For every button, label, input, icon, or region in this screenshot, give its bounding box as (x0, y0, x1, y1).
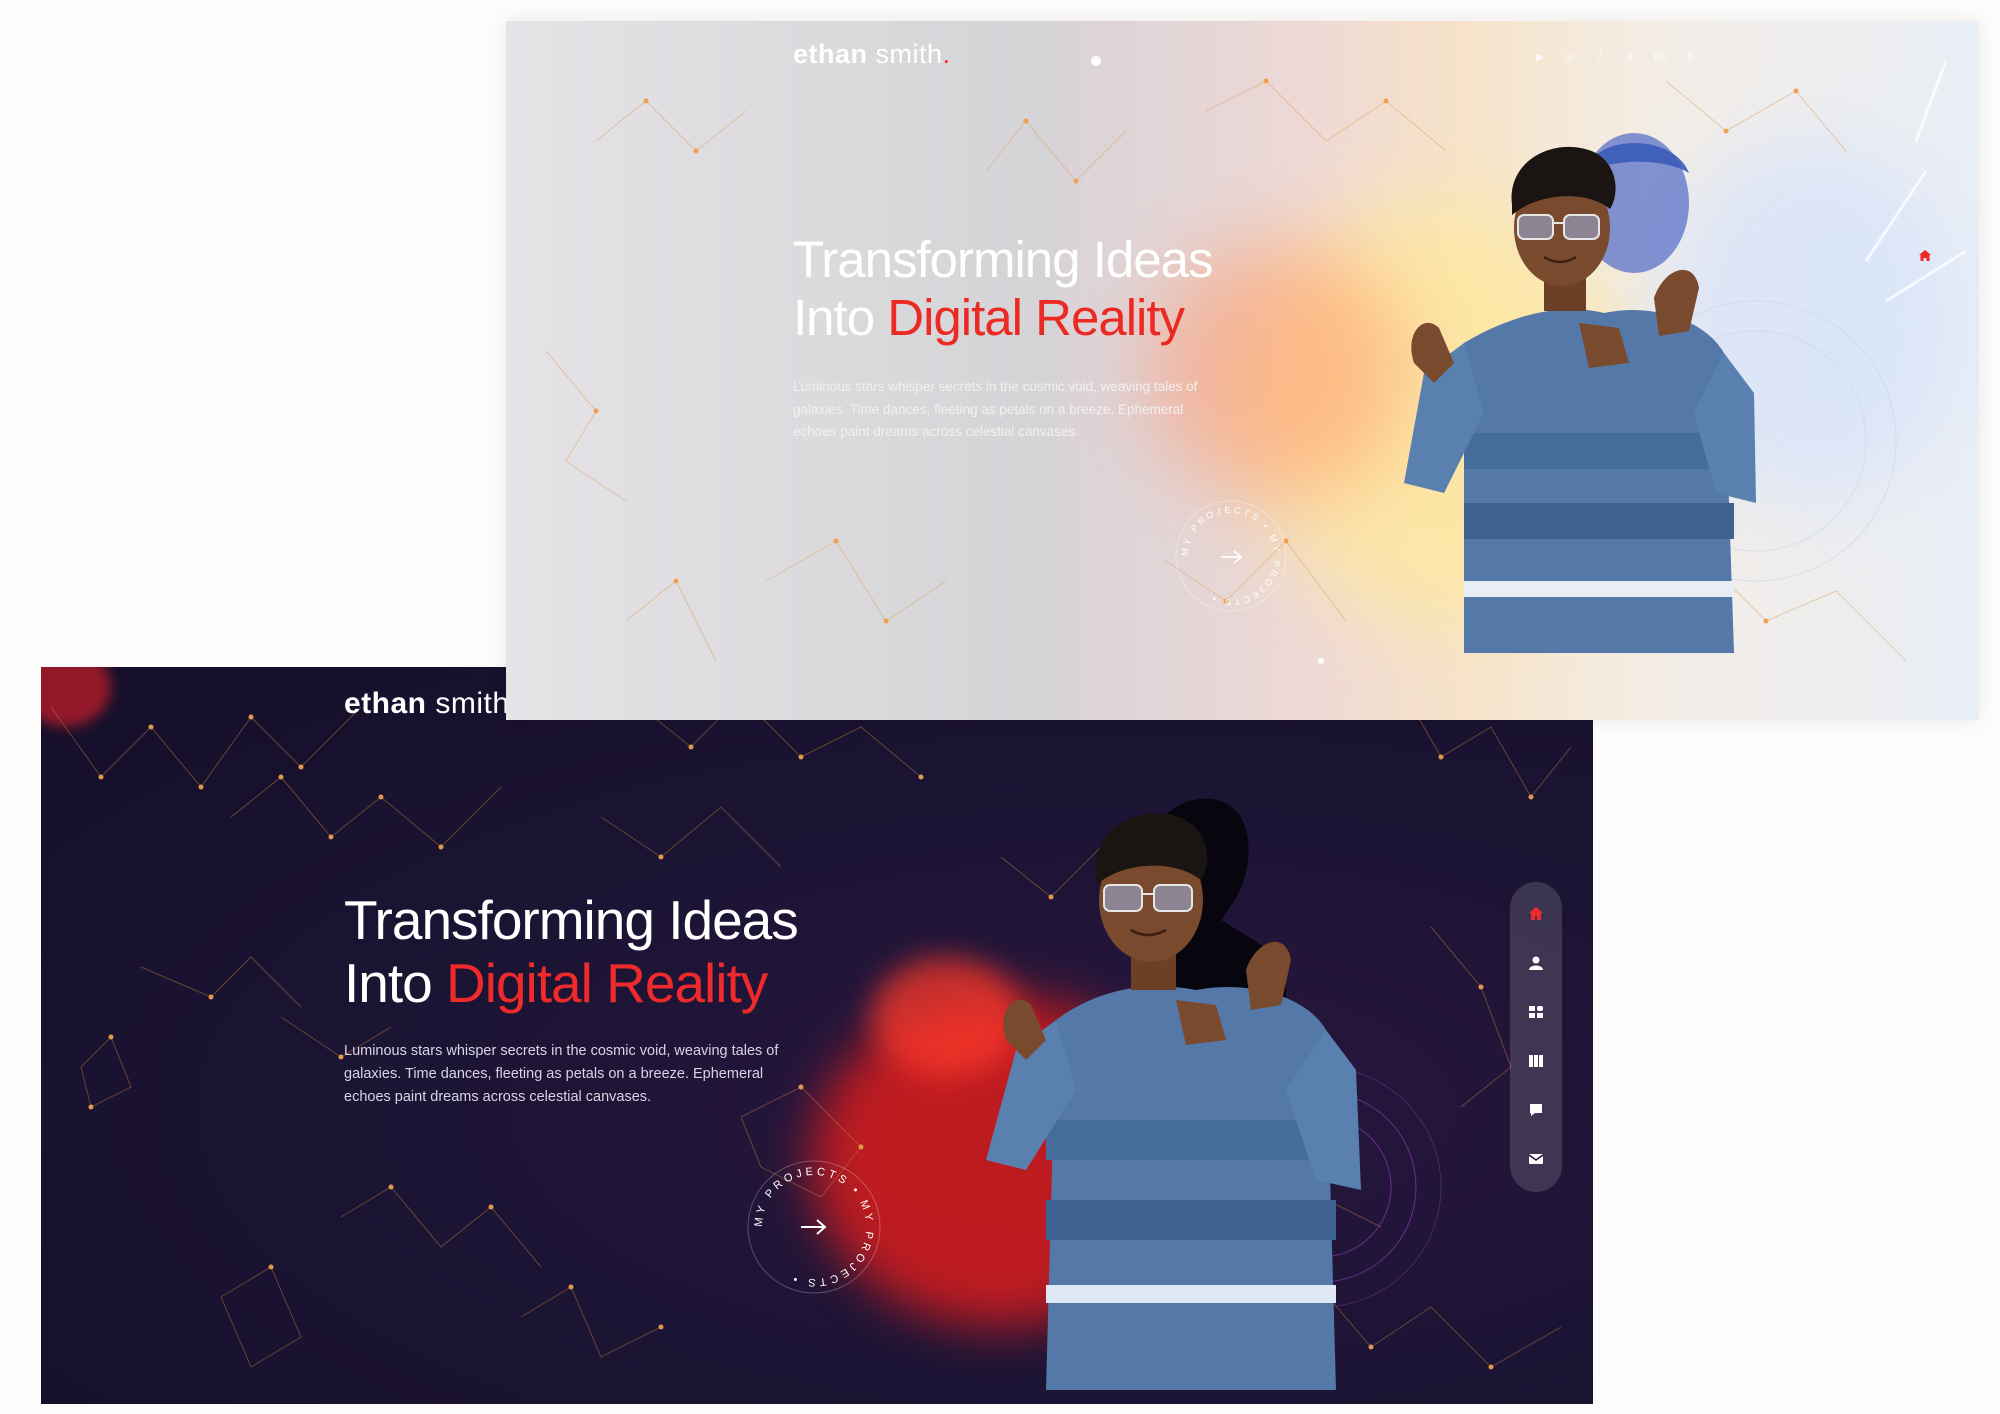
arrow-right-icon (1221, 550, 1243, 564)
hero-title-line2-plain: Into (344, 952, 433, 1014)
hero-title-line1: Transforming Ideas (344, 889, 799, 951)
logo-bold-text: ethan (793, 39, 868, 69)
home-icon[interactable] (1918, 249, 1932, 263)
columns-icon (1529, 1055, 1543, 1067)
nav-about[interactable] (1510, 945, 1562, 981)
mail-icon (1528, 1154, 1544, 1164)
dribbble-icon[interactable]: ⊛ (1622, 49, 1638, 65)
arrow-right-icon (801, 1219, 827, 1235)
youtube-icon[interactable]: ▶ (1532, 49, 1548, 65)
user-icon (1529, 956, 1543, 970)
hero-description: Luminous stars whisper secrets in the co… (344, 1043, 779, 1105)
hero-title: Transforming Ideas Into Digital Reality (793, 231, 1213, 347)
site-logo[interactable]: ethan smith (344, 687, 510, 721)
hero-title-accent: Digital Reality (887, 289, 1185, 346)
grid-icon (1529, 1006, 1543, 1018)
social-links: ▶ ◎ f ⊛ Bē ℗ (1532, 49, 1698, 65)
home-icon (1529, 907, 1543, 920)
nav-contact[interactable] (1510, 1141, 1562, 1177)
logo-light-text: smith (435, 687, 510, 720)
pinterest-icon[interactable]: ℗ (1682, 49, 1698, 65)
nav-testimonials[interactable] (1510, 1092, 1562, 1128)
side-navigation (1510, 882, 1562, 1192)
logo-dot: . (942, 39, 951, 69)
my-projects-button[interactable]: MY PROJECTS • MY PROJECTS • (1171, 496, 1291, 616)
my-projects-button[interactable]: MY PROJECTS • MY PROJECTS • (741, 1154, 887, 1300)
facebook-icon[interactable]: f (1592, 49, 1608, 65)
dark-theme-screenshot: ethan smith Transforming Ideas Into Digi… (41, 667, 1593, 1404)
nav-home[interactable] (1510, 896, 1562, 932)
logo-light-text: smith (875, 39, 943, 69)
chat-icon (1530, 1104, 1542, 1116)
site-logo[interactable]: ethan smith. (793, 39, 951, 70)
hero-title-line1: Transforming Ideas (793, 231, 1213, 288)
portrait-photo (986, 798, 1361, 1390)
portrait-photo (1404, 133, 1756, 653)
hero-description: Luminous stars whisper secrets in the co… (793, 379, 1198, 439)
behance-icon[interactable]: Bē (1652, 49, 1668, 65)
hero-title-line2-plain: Into (793, 289, 875, 346)
nav-services[interactable] (1510, 994, 1562, 1030)
light-theme-screenshot: ethan smith. ▶ ◎ f ⊛ Bē ℗ Transforming I… (506, 21, 1979, 720)
instagram-icon[interactable]: ◎ (1562, 49, 1578, 65)
nav-portfolio[interactable] (1510, 1043, 1562, 1079)
hero-title: Transforming Ideas Into Digital Reality (344, 889, 799, 1015)
hero-title-accent: Digital Reality (446, 952, 768, 1014)
logo-bold-text: ethan (344, 687, 427, 720)
